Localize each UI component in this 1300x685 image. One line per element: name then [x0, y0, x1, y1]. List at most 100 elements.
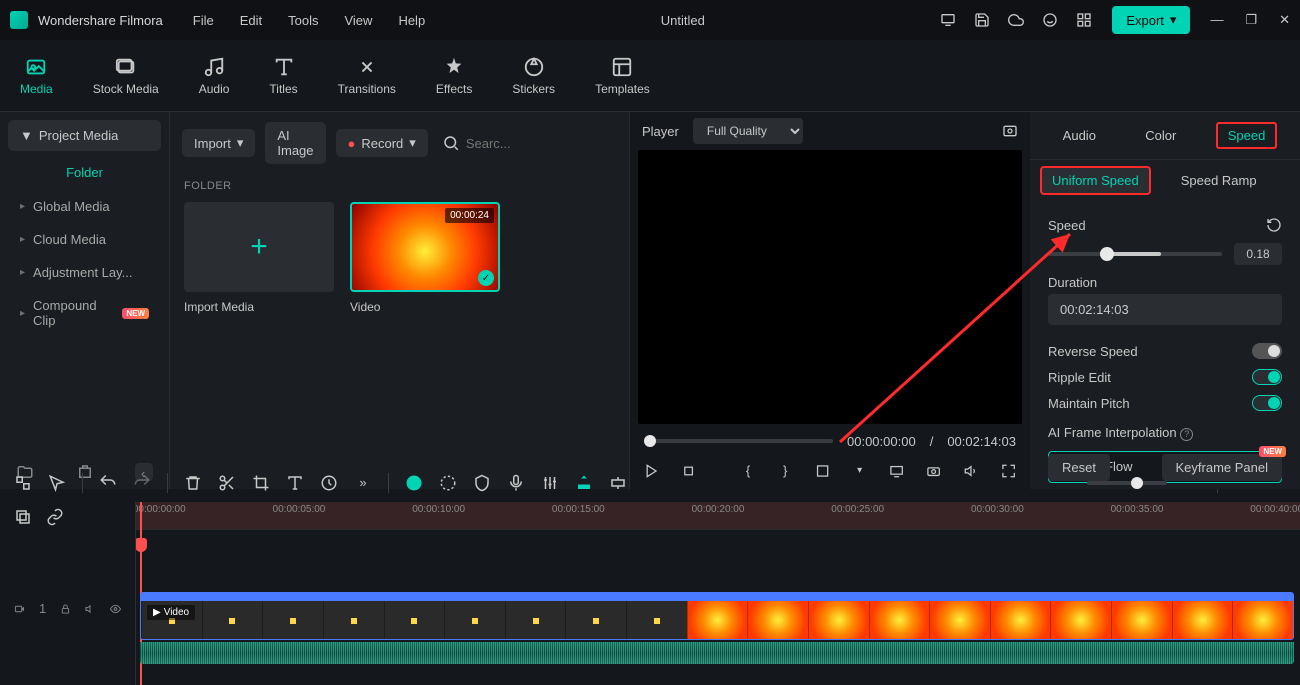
- pointer-tool-icon[interactable]: [48, 474, 66, 492]
- maximize-button[interactable]: ❐: [1245, 12, 1257, 28]
- delete-icon[interactable]: [184, 474, 202, 492]
- tab-stickers[interactable]: Stickers: [512, 56, 555, 96]
- zoom-slider[interactable]: [1087, 481, 1167, 485]
- sidebar-adjustment-layer[interactable]: ▸Adjustment Lay...: [8, 256, 161, 289]
- display-icon[interactable]: [889, 463, 904, 479]
- reverse-speed-toggle[interactable]: [1252, 343, 1282, 359]
- audio-icon: [203, 56, 225, 78]
- reset-speed-icon[interactable]: [1266, 217, 1282, 233]
- tab-transitions[interactable]: Transitions: [338, 56, 396, 96]
- tab-templates[interactable]: Templates: [595, 56, 650, 96]
- chevron-down-icon: ▾: [409, 135, 416, 151]
- crop-icon[interactable]: [815, 463, 830, 479]
- stop-button[interactable]: [681, 463, 696, 479]
- save-icon[interactable]: [974, 12, 990, 28]
- speed-icon[interactable]: [320, 474, 338, 492]
- redo-icon[interactable]: [133, 474, 151, 492]
- import-button[interactable]: Import▾: [182, 129, 255, 157]
- tab-titles[interactable]: Titles: [269, 56, 297, 96]
- minimize-button[interactable]: —: [1210, 12, 1223, 28]
- shield-icon[interactable]: [473, 474, 491, 492]
- crop-icon[interactable]: [252, 474, 270, 492]
- mark-in-icon[interactable]: {: [740, 463, 755, 479]
- mark-out-icon[interactable]: }: [778, 463, 793, 479]
- subtab-speed-ramp[interactable]: Speed Ramp: [1171, 168, 1267, 193]
- monitor-icon[interactable]: [940, 12, 956, 28]
- ripple-edit-toggle[interactable]: [1252, 369, 1282, 385]
- time-total: 00:02:14:03: [947, 434, 1016, 449]
- color-wheel-icon[interactable]: [439, 474, 457, 492]
- camera-icon[interactable]: [926, 463, 941, 479]
- new-badge: NEW: [1259, 446, 1286, 457]
- maintain-pitch-toggle[interactable]: [1252, 395, 1282, 411]
- folder-tab[interactable]: Folder: [8, 157, 161, 190]
- tab-stock-media[interactable]: Stock Media: [93, 56, 159, 96]
- lock-icon[interactable]: [60, 600, 71, 618]
- ai-image-button[interactable]: AI Image: [265, 122, 325, 164]
- support-icon[interactable]: [1042, 12, 1058, 28]
- audio-clip-track[interactable]: [140, 642, 1294, 664]
- tab-speed-inspector[interactable]: Speed: [1216, 122, 1278, 149]
- snapshot-icon[interactable]: [1002, 123, 1018, 139]
- apps-icon[interactable]: [1076, 12, 1092, 28]
- tab-audio-inspector[interactable]: Audio: [1053, 124, 1106, 147]
- menu-file[interactable]: File: [193, 13, 214, 28]
- help-icon[interactable]: ?: [1180, 428, 1193, 441]
- close-button[interactable]: ✕: [1279, 12, 1290, 28]
- keyframe-icon[interactable]: [609, 474, 627, 492]
- menu-tools[interactable]: Tools: [288, 13, 318, 28]
- menu-help[interactable]: Help: [398, 13, 425, 28]
- speed-slider[interactable]: [1048, 252, 1222, 256]
- search-input[interactable]: [466, 136, 642, 151]
- scrub-slider[interactable]: [644, 439, 833, 443]
- reverse-speed-label: Reverse Speed: [1048, 344, 1138, 359]
- timeline-ruler[interactable]: 00:00:00:00 00:00:05:00 00:00:10:00 00:0…: [136, 502, 1300, 530]
- speed-label: Speed: [1048, 218, 1086, 233]
- menu-edit[interactable]: Edit: [240, 13, 262, 28]
- tab-effects[interactable]: Effects: [436, 56, 472, 96]
- text-icon[interactable]: [286, 474, 304, 492]
- sidebar-global-media[interactable]: ▸Global Media: [8, 190, 161, 223]
- ai-badge-icon[interactable]: [405, 474, 423, 492]
- player-viewport[interactable]: [638, 150, 1022, 424]
- app-logo: [10, 11, 28, 29]
- keyframe-panel-button[interactable]: Keyframe Panel NEW: [1162, 454, 1283, 481]
- more-tools-icon[interactable]: »: [354, 474, 372, 492]
- visibility-icon[interactable]: [110, 600, 121, 618]
- tab-audio[interactable]: Audio: [199, 56, 230, 96]
- tab-color-inspector[interactable]: Color: [1135, 124, 1186, 147]
- video-clip-card[interactable]: 00:00:24 ✓: [350, 202, 500, 292]
- folder-heading: FOLDER: [170, 174, 629, 202]
- mic-icon[interactable]: [507, 474, 525, 492]
- ripple-edit-label: Ripple Edit: [1048, 370, 1111, 385]
- quality-select[interactable]: Full Quality: [693, 118, 803, 144]
- reset-button[interactable]: Reset: [1048, 454, 1110, 481]
- speed-value[interactable]: 0.18: [1234, 243, 1282, 265]
- sidebar-compound-clip[interactable]: ▸Compound ClipNEW: [8, 289, 161, 337]
- chevron-down-icon[interactable]: ▾: [852, 463, 867, 479]
- mixer-icon[interactable]: [541, 474, 559, 492]
- duplicate-track-icon[interactable]: [14, 508, 32, 526]
- record-button[interactable]: ●Record▾: [336, 129, 428, 157]
- mute-icon[interactable]: [85, 600, 96, 618]
- play-button[interactable]: [644, 463, 659, 479]
- cloud-icon[interactable]: [1008, 12, 1024, 28]
- project-media-header[interactable]: ▼ Project Media: [8, 120, 161, 151]
- subtab-uniform-speed[interactable]: Uniform Speed: [1040, 166, 1151, 195]
- duration-value[interactable]: 00:02:14:03: [1048, 294, 1282, 325]
- video-track-icon[interactable]: [14, 600, 25, 618]
- import-media-card[interactable]: +: [184, 202, 334, 292]
- menu-view[interactable]: View: [344, 13, 372, 28]
- fullscreen-icon[interactable]: [1001, 463, 1016, 479]
- volume-icon[interactable]: [964, 463, 979, 479]
- undo-icon[interactable]: [99, 474, 117, 492]
- new-bin-icon[interactable]: [76, 463, 94, 481]
- link-icon[interactable]: [46, 508, 64, 526]
- video-clip-track[interactable]: ▶Video: [140, 592, 1294, 640]
- tab-media[interactable]: Media: [20, 56, 53, 96]
- marker-icon[interactable]: [575, 474, 593, 492]
- export-button[interactable]: Export▾: [1112, 6, 1190, 34]
- sidebar-cloud-media[interactable]: ▸Cloud Media: [8, 223, 161, 256]
- split-icon[interactable]: [218, 474, 236, 492]
- selection-tool-icon[interactable]: [14, 474, 32, 492]
